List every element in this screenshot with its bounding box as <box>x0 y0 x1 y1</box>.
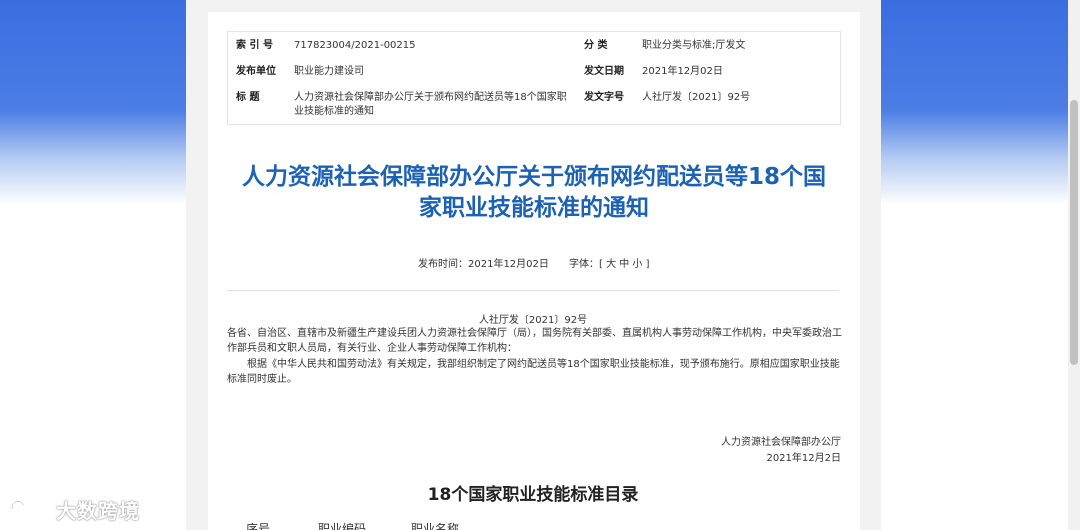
index-value: 717823004/2021-00215 <box>294 40 416 51</box>
title-label: 标 题 <box>236 92 260 103</box>
font-size-switcher[interactable]: 字体：[ 大 中 小 ] <box>569 255 650 270</box>
index-label: 索 引 号 <box>236 40 273 51</box>
page-title-line1: 人力资源社会保障部办公厅关于颁布网约配送员等18个国 <box>241 164 826 190</box>
watermark-text: 大数跨境 <box>56 498 140 523</box>
scrollbar-thumb[interactable] <box>1070 100 1078 365</box>
column-header-code: 职业编码 <box>318 522 367 530</box>
divider <box>227 290 839 291</box>
body-paragraph: 根据《中华人民共和国劳动法》有关规定，我部组织制定了网约配送员等18个国家职业技… <box>227 359 840 385</box>
watermark-logo-icon <box>10 500 52 518</box>
docno-value: 人社厅发〔2021〕92号 <box>642 92 751 103</box>
column-header-index: 序号 <box>246 522 271 530</box>
date-label: 发文日期 <box>584 66 624 77</box>
issuer-label: 发布单位 <box>236 66 276 77</box>
signer: 人力资源社会保障部办公厅 <box>721 437 841 448</box>
publish-time: 发布时间：2021年12月02日 <box>418 259 549 270</box>
title-value: 人力资源社会保障部办公厅关于颁布网约配送员等18个国家职业技能标准的通知 <box>294 92 567 117</box>
watermark: 大数跨境 <box>8 494 140 524</box>
document-meta-table: 索 引 号 717823004/2021-00215 分 类 职业分类与标准;厅… <box>227 31 841 125</box>
column-header-name: 职业名称 <box>411 522 460 530</box>
document-number: 人社厅发〔2021〕92号 <box>478 315 588 326</box>
sign-date: 2021年12月2日 <box>766 453 841 464</box>
section-title: 18个国家职业技能标准目录 <box>427 485 639 505</box>
recipients-text: 各省、自治区、直辖市及新疆生产建设兵团人力资源社会保障厅（局），国务院有关部委、… <box>227 328 842 354</box>
category-label: 分 类 <box>584 40 608 51</box>
docno-label: 发文字号 <box>584 92 624 103</box>
page-title-line2: 家职业技能标准的通知 <box>419 195 649 221</box>
issuer-value: 职业能力建设司 <box>294 66 364 77</box>
date-value: 2021年12月02日 <box>642 66 723 77</box>
page-title: 人力资源社会保障部办公厅关于颁布网约配送员等18个国 家职业技能标准的通知 <box>218 162 850 224</box>
category-value: 职业分类与标准;厅发文 <box>642 40 746 51</box>
page-background <box>0 210 186 530</box>
